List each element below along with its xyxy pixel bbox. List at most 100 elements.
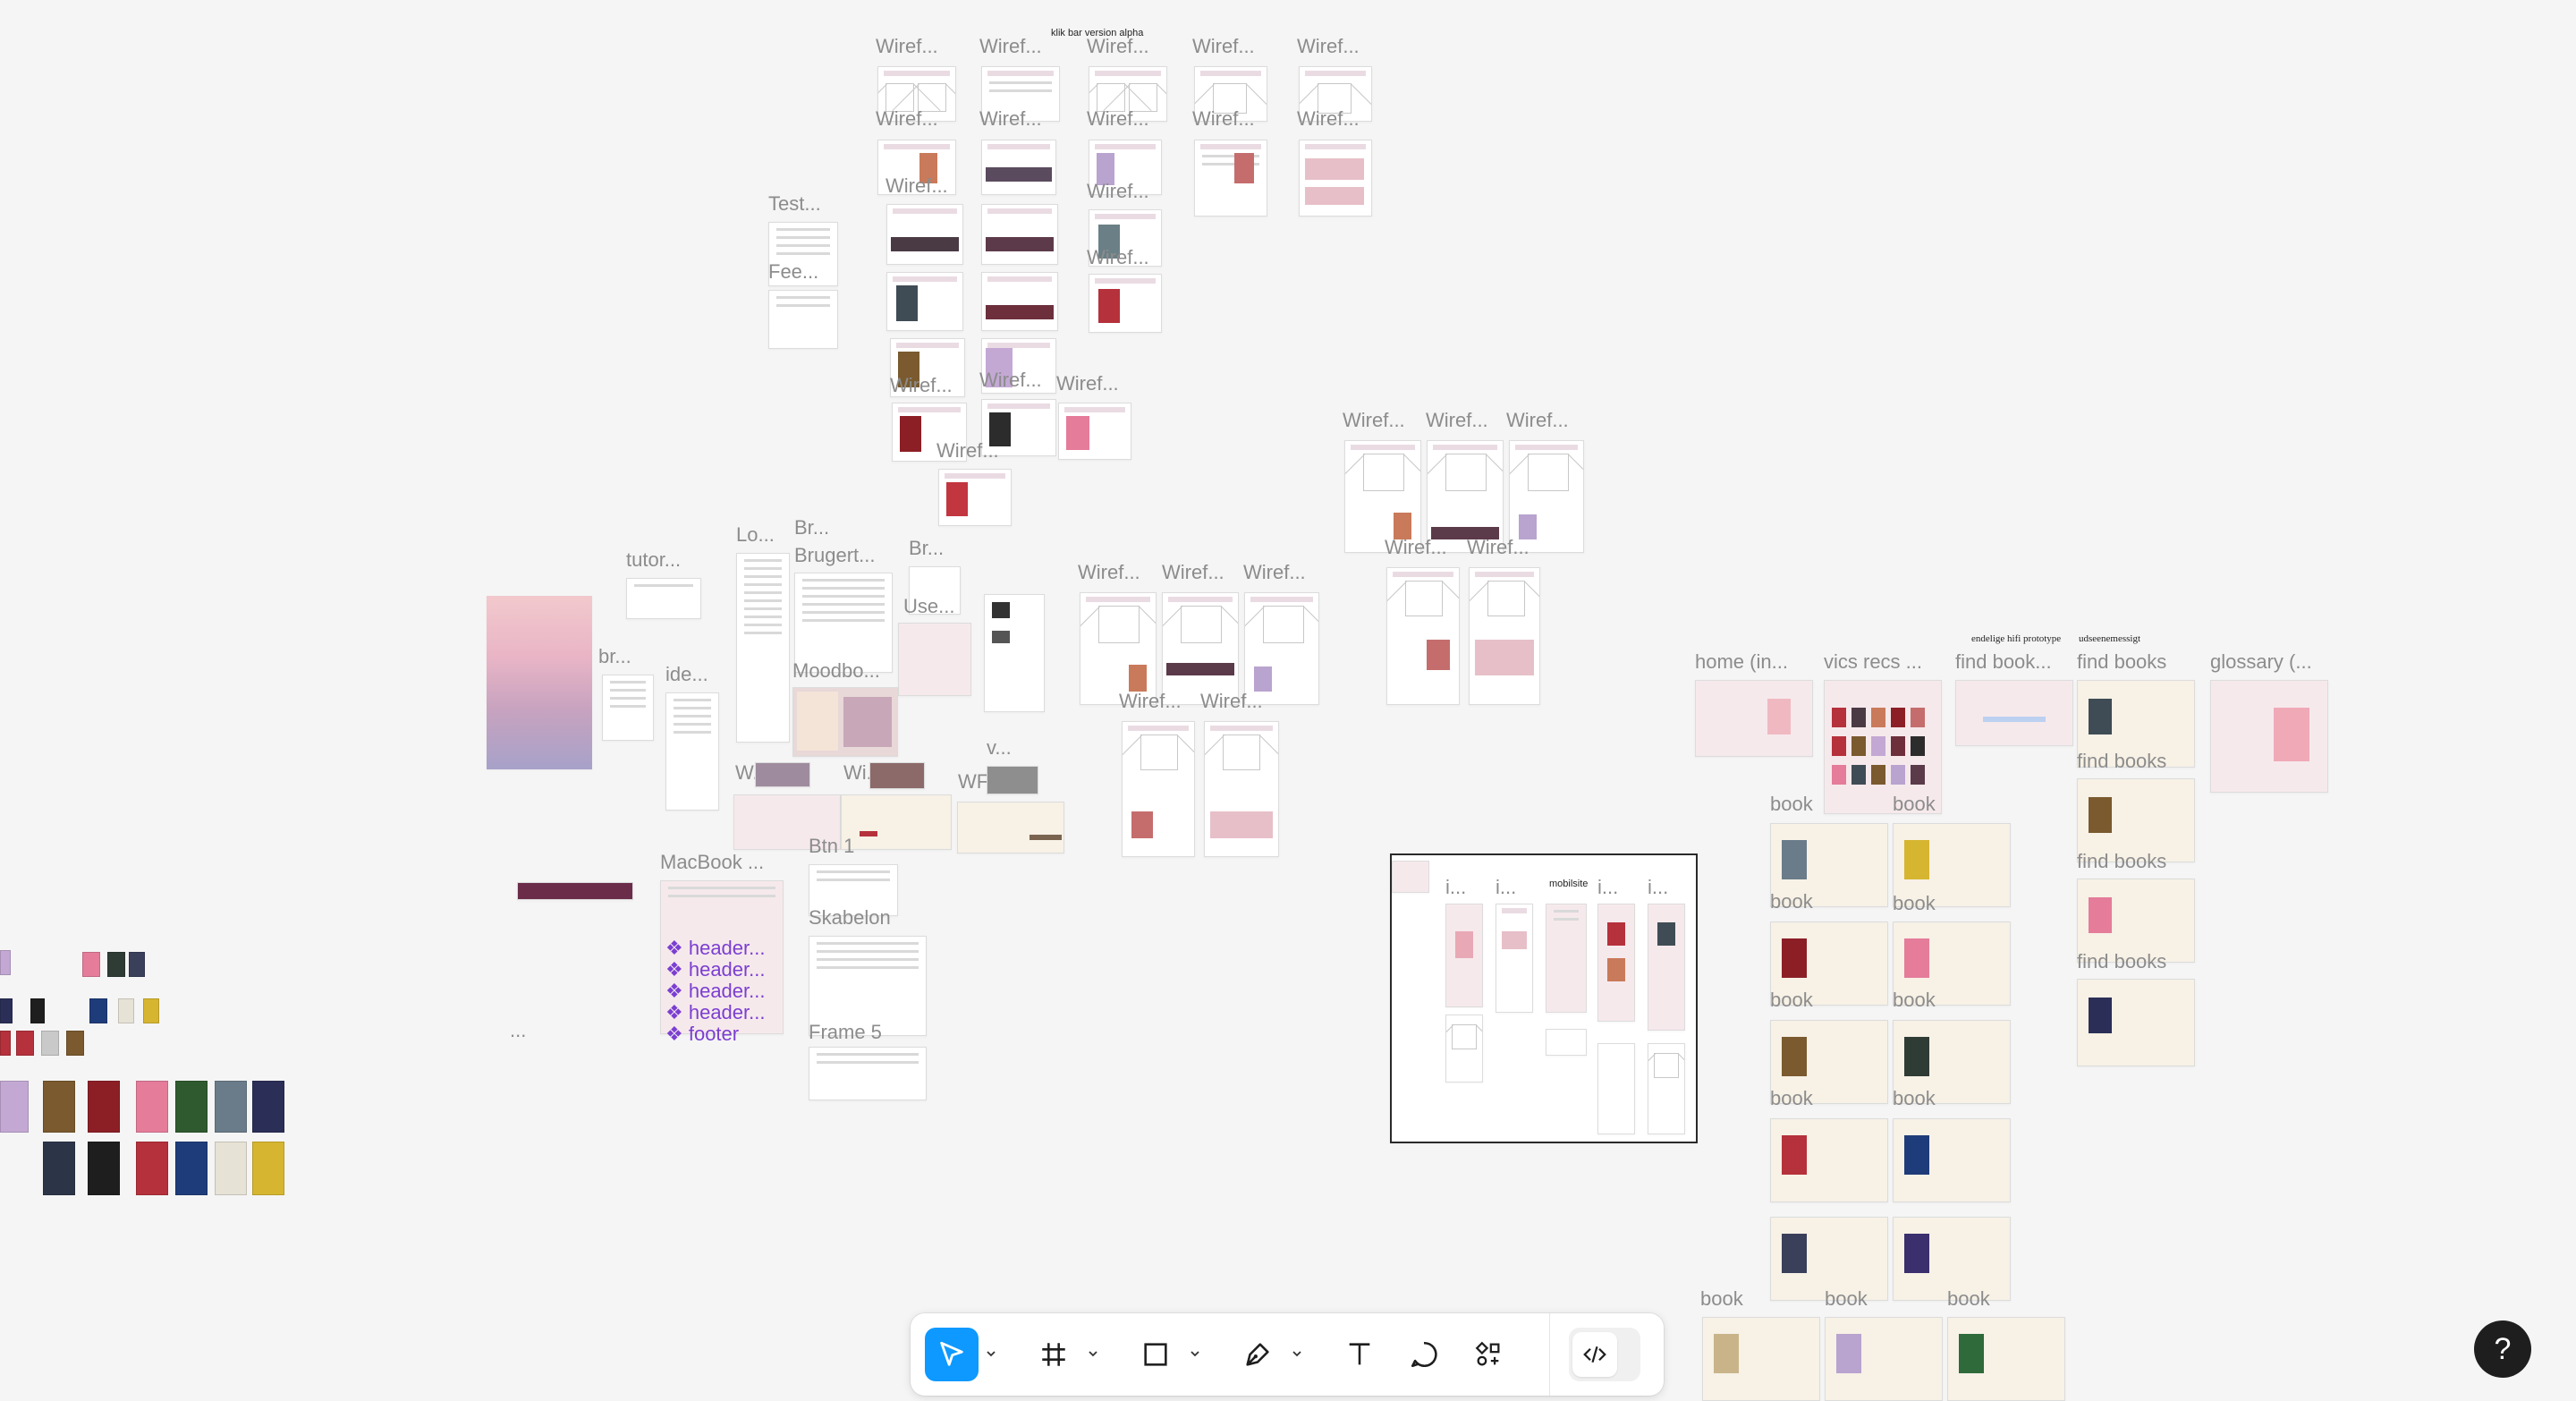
frame-label-wireframe[interactable]: Wiref... [890, 375, 953, 396]
document-frame[interactable] [736, 553, 790, 743]
frame-label-vics-recs[interactable]: vics recs ... [1824, 651, 1922, 673]
frame-label-tutorial[interactable]: tutor... [626, 549, 681, 571]
frame-label-book[interactable]: book [1770, 1088, 1813, 1109]
book-cover[interactable] [175, 1081, 208, 1133]
frame-label-mobile[interactable]: i... [1445, 877, 1466, 898]
frame-label-feedback[interactable]: Fee... [768, 261, 818, 283]
book-cover[interactable] [215, 1081, 247, 1133]
frame-label-wireframe[interactable]: Wiref... [936, 440, 999, 462]
book-cover[interactable] [43, 1081, 75, 1133]
mobile-screen[interactable] [1648, 1043, 1685, 1134]
moodboard-frame[interactable] [792, 687, 898, 757]
wireframe-frame[interactable] [981, 204, 1058, 265]
mobile-thumb[interactable] [1392, 861, 1429, 893]
wireframe-frame[interactable] [1204, 721, 1279, 857]
frame-5[interactable] [809, 1047, 927, 1100]
wf-cream-frame[interactable] [957, 802, 1064, 853]
frame-label-br[interactable]: Br... [794, 517, 829, 539]
strip-frame[interactable] [987, 766, 1038, 794]
feedback-frame[interactable] [768, 290, 838, 349]
comment-tool-button[interactable] [1397, 1328, 1451, 1381]
frame-label-mobile[interactable]: i... [1648, 877, 1668, 898]
book-cover[interactable] [43, 1142, 75, 1195]
frame-label-wireframe[interactable]: Wiref... [1162, 562, 1224, 583]
pen-tool-caret[interactable] [1288, 1340, 1306, 1367]
frame-label-skabelon[interactable]: Skabelon [809, 907, 891, 929]
move-tool-button[interactable] [925, 1328, 979, 1381]
frame-label-book[interactable]: book [1947, 1288, 1990, 1310]
book-cover[interactable] [175, 1142, 208, 1195]
book-cover[interactable] [118, 998, 134, 1023]
book-cover[interactable] [30, 998, 45, 1023]
book-cover[interactable] [252, 1081, 284, 1133]
shape-tool-button[interactable] [1129, 1328, 1182, 1381]
book-cover[interactable] [89, 998, 107, 1023]
footer-component[interactable]: ❖ footer [665, 1023, 765, 1045]
wireframe-frame[interactable] [938, 469, 1012, 526]
mobile-screen[interactable] [1445, 1015, 1483, 1083]
book-cover[interactable] [107, 952, 125, 977]
tutorial-frame[interactable] [626, 578, 701, 619]
wireframe-frame[interactable] [1122, 721, 1195, 857]
wireframe-frame[interactable] [1058, 403, 1131, 460]
frame-label-book[interactable]: book [1893, 893, 1936, 914]
frame-label-macbook[interactable]: MacBook ... [660, 852, 764, 873]
frame-label-wireframe[interactable]: Wiref... [1119, 691, 1182, 712]
frame-label-wireframe[interactable]: Wiref... [1426, 410, 1488, 431]
frame-label-book[interactable]: book [1893, 1088, 1936, 1109]
wireframe-frame[interactable] [1469, 567, 1540, 705]
book-frame[interactable] [1702, 1317, 1820, 1401]
frame-label-home[interactable]: home (in... [1695, 651, 1788, 673]
frame-label-find-books[interactable]: find books [2077, 651, 2166, 673]
frame-label-wireframe[interactable]: Wiref... [979, 36, 1042, 57]
header-component[interactable]: ❖ header... [665, 959, 765, 981]
br-frame[interactable] [602, 675, 654, 741]
mobile-screen[interactable] [1445, 904, 1483, 1007]
frame-label-find-books[interactable]: find books [2077, 951, 2166, 972]
frame-label-glossary[interactable]: glossary (... [2210, 651, 2312, 673]
frame-label-idea[interactable]: ide... [665, 664, 708, 685]
header-component[interactable]: ❖ header... [665, 1002, 765, 1023]
user-frame[interactable] [794, 573, 893, 673]
frame-label-wireframe[interactable]: Wiref... [1087, 108, 1149, 130]
frame-label-wireframe[interactable]: Wiref... [1087, 181, 1149, 202]
header-component[interactable]: ❖ header... [665, 981, 765, 1002]
book-frame[interactable] [1770, 1118, 1888, 1202]
shape-tool-caret[interactable] [1186, 1340, 1204, 1367]
frame-label-lo[interactable]: Lo... [736, 524, 775, 546]
book-cover[interactable] [0, 950, 11, 975]
pen-tool-button[interactable] [1231, 1328, 1284, 1381]
frame-label-dots[interactable]: ... [510, 1020, 526, 1041]
frame-label-wireframe[interactable]: Wiref... [1506, 410, 1569, 431]
frame-label-wireframe[interactable]: Wiref... [876, 108, 938, 130]
frame-label-mobile[interactable]: i... [1496, 877, 1516, 898]
covers-strip[interactable] [517, 882, 633, 900]
frame-label-wireframe[interactable]: Wiref... [1343, 410, 1405, 431]
book-frame[interactable] [1825, 1317, 1943, 1401]
wireframe-frame[interactable] [886, 204, 963, 265]
wireframe-frame[interactable] [886, 272, 963, 331]
frame-label-frame5[interactable]: Frame 5 [809, 1022, 882, 1043]
frame-label-wireframe[interactable]: Wiref... [1243, 562, 1306, 583]
wireframe-frame[interactable] [1244, 592, 1319, 705]
wireframe-frame[interactable] [1194, 140, 1267, 217]
frame-label-find-book[interactable]: find book... [1955, 651, 2052, 673]
wireframe-frame[interactable] [1162, 592, 1239, 705]
book-cover[interactable] [129, 952, 145, 977]
book-cover[interactable] [88, 1142, 120, 1195]
book-cover[interactable] [143, 998, 159, 1023]
frame-label-book[interactable]: book [1825, 1288, 1868, 1310]
frame-label-wireframe[interactable]: Wiref... [886, 175, 948, 197]
wireframe-frame[interactable] [1089, 274, 1162, 333]
book-cover[interactable] [88, 1081, 120, 1133]
book-cover[interactable] [136, 1081, 168, 1133]
frame-label-book[interactable]: book [1770, 794, 1813, 815]
find-book-frame[interactable] [1955, 680, 2073, 746]
frame-label-brugert[interactable]: Brugert... [794, 545, 875, 566]
frame-label-mobile[interactable]: i... [1597, 877, 1618, 898]
frame-label-wireframe[interactable]: Wiref... [876, 36, 938, 57]
mobile-screen[interactable] [1648, 904, 1685, 1031]
frame-label-use[interactable]: Use... [903, 596, 954, 617]
frame-label-book[interactable]: book [1770, 989, 1813, 1011]
frame-label-book[interactable]: book [1893, 794, 1936, 815]
